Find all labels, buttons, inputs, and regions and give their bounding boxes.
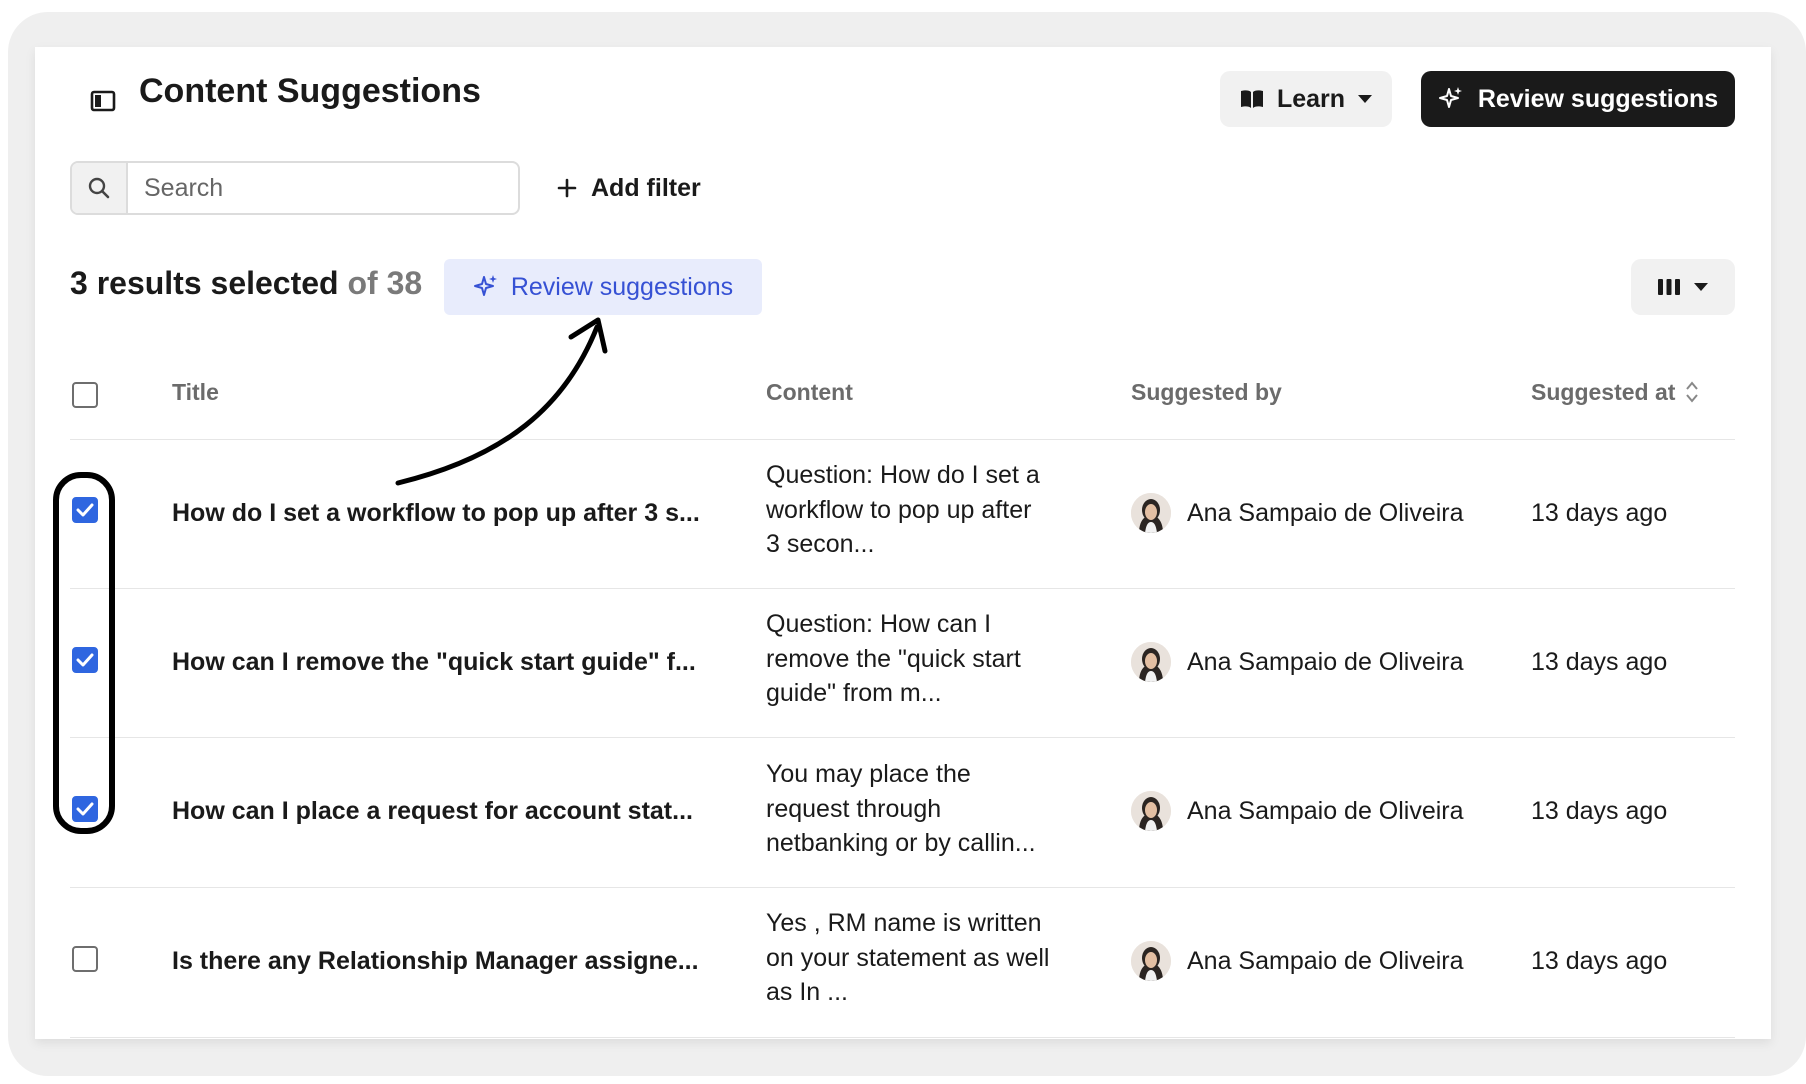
annotation-arrow — [395, 317, 608, 486]
content-suggestions-panel: Content Suggestions Learn Review suggest… — [35, 47, 1771, 1039]
